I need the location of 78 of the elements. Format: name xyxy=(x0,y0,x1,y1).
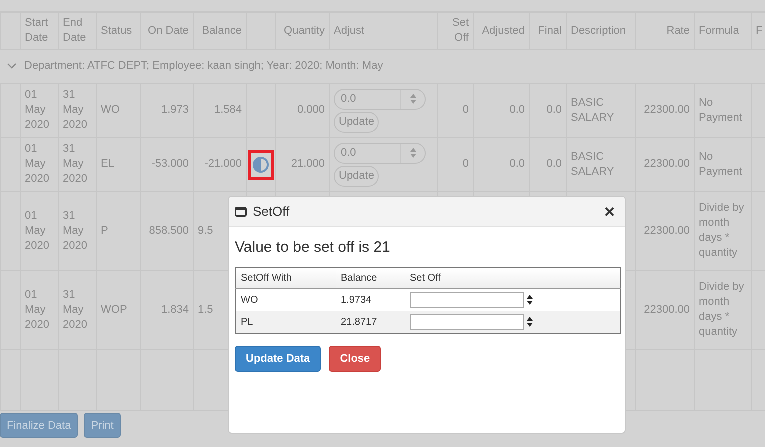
column-header: Status xyxy=(101,24,132,36)
column-header: Formula xyxy=(699,24,740,36)
column-header: Set Off xyxy=(452,17,469,44)
setoff-message: Value to be set off is 21 xyxy=(235,239,392,256)
column-header: Adjusted xyxy=(482,24,525,36)
table-cell: 0.0 xyxy=(546,158,562,170)
column-header: Set Off xyxy=(410,272,441,284)
contrast-icon[interactable] xyxy=(253,156,269,172)
footer-button[interactable]: Print xyxy=(84,413,121,438)
setoff-input[interactable] xyxy=(410,314,524,330)
table-cell: -53.000 xyxy=(152,158,189,170)
table-cell-text: 31 May 2020 xyxy=(63,208,88,254)
setoff-input[interactable] xyxy=(410,292,524,308)
table-cell-text: 31 May 2020 xyxy=(63,88,88,133)
dialog-title: SetOff xyxy=(253,204,291,219)
table-cell: -21.000 xyxy=(204,158,242,170)
table-cell: 1.973 xyxy=(161,104,189,116)
table-cell: 0 xyxy=(462,158,469,170)
table-cell: WO xyxy=(241,294,258,306)
table-cell: 21.000 xyxy=(291,158,325,170)
table-cell-text: BASIC SALARY xyxy=(571,96,616,126)
table-cell-text: No Payment xyxy=(699,150,744,180)
table-cell: EL xyxy=(101,158,114,170)
table-cell: 22300.00 xyxy=(644,158,690,170)
group-label: Department: ATFC DEPT; Employee: kaan singh; Year: 2020; Month: May xyxy=(24,58,384,74)
table-cell: 22300.00 xyxy=(644,304,690,316)
table-cell: 0.0 xyxy=(546,104,562,116)
table-cell: 1.834 xyxy=(161,304,189,316)
spinner-icon[interactable] xyxy=(527,315,533,329)
column-header: Quantity xyxy=(284,24,325,36)
column-header: Start Date xyxy=(25,17,48,44)
column-header: Description xyxy=(571,24,626,36)
table-cell: 22300.00 xyxy=(644,104,690,116)
table-cell-text: Divide by month days * quantity xyxy=(699,280,746,340)
update-data-button[interactable]: Update Data xyxy=(235,346,322,372)
table-cell: 1.9734 xyxy=(341,294,372,306)
table-cell: 22300.00 xyxy=(644,224,690,236)
footer-button[interactable]: Finalize Data xyxy=(0,413,78,438)
table-cell: 21.8717 xyxy=(341,316,378,328)
column-header: Adjust xyxy=(334,24,365,36)
table-cell: P xyxy=(101,224,108,236)
table-cell: 858.500 xyxy=(149,224,189,236)
window-icon xyxy=(235,206,247,216)
number-field[interactable]: 0.0 xyxy=(334,88,426,110)
table-cell: WOP xyxy=(101,304,128,316)
column-header: End Date xyxy=(63,17,86,44)
table-cell: 9.5 xyxy=(198,224,214,236)
table-cell-text: BASIC SALARY xyxy=(571,150,616,180)
table-cell-text: 01 May 2020 xyxy=(25,288,50,332)
spinner-icon[interactable] xyxy=(527,293,533,307)
column-header: Balance xyxy=(202,24,242,36)
number-field[interactable]: 0.0 xyxy=(334,142,426,164)
column-header: Rate xyxy=(666,24,690,36)
column-header: SetOff With xyxy=(241,272,292,284)
chevron-icon[interactable] xyxy=(6,62,16,70)
table-cell: 0.0 xyxy=(510,104,525,116)
column-header: Balance xyxy=(341,272,378,284)
table-cell-text: 31 May 2020 xyxy=(63,142,88,187)
table-cell: 1.584 xyxy=(214,104,242,116)
table-cell-text: Divide by month days * quantity xyxy=(699,201,746,261)
table-cell-text: No Payment xyxy=(699,96,744,126)
column-header: Final xyxy=(538,24,562,36)
table-cell: 0.000 xyxy=(297,104,325,116)
table-cell-text: 31 May 2020 xyxy=(63,288,88,332)
table-cell-text: 01 May 2020 xyxy=(25,88,50,133)
table-cell-text: 01 May 2020 xyxy=(25,208,50,254)
column-header: F xyxy=(756,24,763,36)
close-icon[interactable]: × xyxy=(604,202,615,220)
table-cell-text: 01 May 2020 xyxy=(25,142,50,187)
column-header: On Date xyxy=(148,24,189,36)
table-cell: PL xyxy=(241,316,254,328)
update-button[interactable]: Update xyxy=(334,112,380,132)
table-cell: WO xyxy=(101,104,120,116)
close-button[interactable]: Close xyxy=(329,346,382,372)
table-cell: 0 xyxy=(462,104,469,116)
table-cell: 1.5 xyxy=(198,304,214,316)
table-cell: 0.0 xyxy=(510,158,525,170)
update-button[interactable]: Update xyxy=(334,166,380,186)
